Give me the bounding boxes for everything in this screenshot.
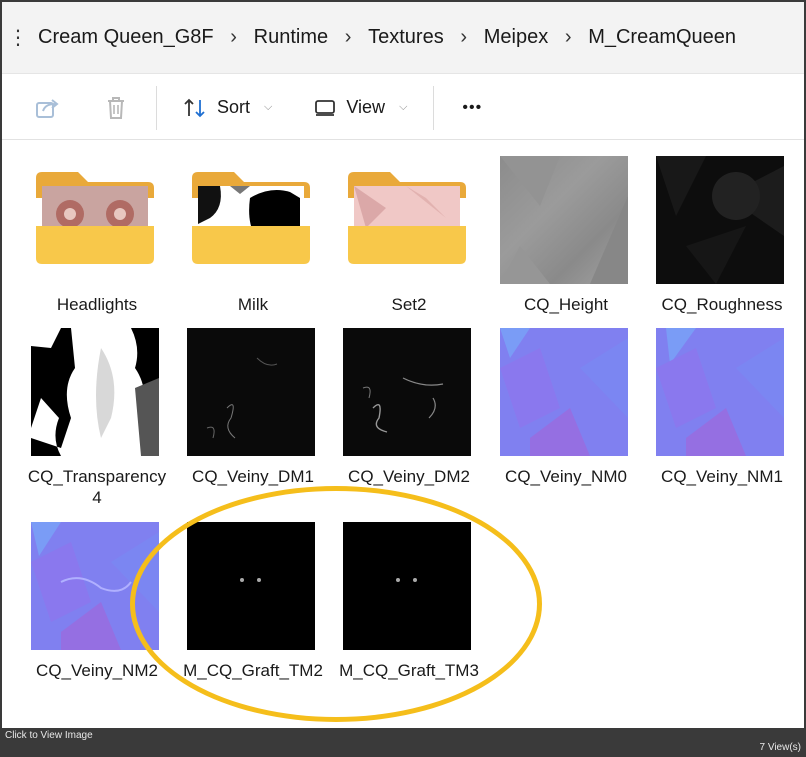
image-thumbnail: [187, 522, 315, 650]
breadcrumb-item-m-creamqueen[interactable]: M_CreamQueen: [588, 26, 736, 49]
file-name: CQ_Veiny_DM2: [348, 467, 470, 486]
folder-icon: [36, 172, 154, 264]
breadcrumb: ⋮ Cream Queen_G8F › Runtime › Textures ›…: [2, 2, 804, 74]
file-explorer-window: ⋮ Cream Queen_G8F › Runtime › Textures ›…: [2, 2, 804, 728]
more-icon: •••: [462, 98, 483, 116]
image-thumbnail: [500, 156, 628, 284]
file-item-cq-veiny-dm1[interactable]: CQ_Veiny_DM1: [176, 320, 330, 490]
file-item-m-cq-graft-tm2[interactable]: M_CQ_Graft_TM2: [176, 514, 330, 684]
file-name: Headlights: [56, 295, 138, 314]
chevron-down-icon: ⌵: [264, 101, 273, 113]
view-count: 7 View(s): [759, 742, 802, 753]
image-thumbnail: [343, 328, 471, 456]
sort-label: Sort: [217, 97, 251, 117]
chevron-right-icon[interactable]: ›: [548, 26, 588, 49]
share-icon: [36, 98, 59, 118]
file-item-cq-veiny-nm1[interactable]: CQ_Veiny_NM1: [645, 320, 799, 490]
image-thumbnail: [187, 328, 315, 456]
file-item-cq-roughness[interactable]: CQ_Roughness: [645, 148, 799, 318]
more-options-button[interactable]: •••: [448, 84, 496, 132]
file-item-cq-height[interactable]: CQ_Height: [489, 148, 643, 318]
file-name: CQ_Veiny_NM0: [505, 467, 627, 486]
breadcrumb-overflow-icon[interactable]: ⋮: [8, 25, 36, 50]
file-name: CQ_Veiny_NM1: [661, 467, 783, 486]
breadcrumb-item-textures[interactable]: Textures: [368, 26, 444, 49]
file-item-headlights[interactable]: Headlights: [20, 148, 174, 318]
image-thumbnail: [656, 328, 784, 456]
file-name: Set2: [391, 295, 427, 314]
chevron-down-icon: ⌵: [399, 101, 408, 113]
file-name: CQ_Height: [523, 295, 609, 314]
file-item-cq-veiny-dm2[interactable]: CQ_Veiny_DM2: [332, 320, 486, 490]
image-thumbnail: [31, 328, 159, 456]
breadcrumb-item-meipex[interactable]: Meipex: [484, 26, 548, 49]
image-thumbnail: [31, 522, 159, 650]
view-button[interactable]: View ⌵: [300, 84, 421, 132]
file-item-m-cq-graft-tm3[interactable]: M_CQ_Graft_TM3: [332, 514, 486, 684]
folder-icon: [192, 172, 310, 264]
share-button[interactable]: [14, 84, 82, 132]
chevron-right-icon[interactable]: ›: [328, 26, 368, 49]
breadcrumb-item-cream-queen[interactable]: Cream Queen_G8F: [38, 26, 214, 49]
toolbar-divider: [156, 85, 157, 130]
file-name-line2: 4: [92, 488, 102, 507]
file-name: CQ_Veiny_DM1: [192, 467, 314, 486]
file-name: CQ_Transparency 4: [20, 466, 174, 508]
file-name: M_CQ_Graft_TM2: [183, 661, 323, 680]
status-hint[interactable]: Click to View Image: [5, 730, 93, 741]
command-bar: Sort ⌵ View ⌵ •••: [2, 76, 804, 140]
chevron-right-icon[interactable]: ›: [214, 26, 254, 49]
trash-icon: [108, 96, 124, 119]
chevron-right-icon[interactable]: ›: [444, 26, 484, 49]
toolbar-divider: [433, 85, 435, 130]
file-item-cq-transparency4[interactable]: CQ_Transparency 4: [20, 320, 174, 507]
folder-icon: [348, 172, 466, 264]
image-thumbnail: [500, 328, 628, 456]
file-name: M_CQ_Graft_TM3: [339, 661, 479, 680]
status-bar: Click to View Image 7 View(s): [0, 728, 806, 757]
file-item-cq-veiny-nm2[interactable]: CQ_Veiny_NM2: [20, 514, 174, 684]
file-item-set2[interactable]: Set2: [332, 148, 486, 318]
file-name-line1: CQ_Transparency: [27, 467, 167, 486]
sort-button[interactable]: Sort ⌵: [169, 84, 286, 132]
file-name: CQ_Veiny_NM2: [36, 661, 158, 680]
breadcrumb-item-runtime[interactable]: Runtime: [254, 26, 328, 49]
view-label: View: [346, 97, 386, 117]
file-name: CQ_Roughness: [661, 295, 783, 314]
image-thumbnail: [343, 522, 471, 650]
sort-icon: [184, 98, 205, 117]
delete-button[interactable]: [82, 84, 150, 132]
file-name: Milk: [237, 295, 269, 314]
image-thumbnail: [656, 156, 784, 284]
file-item-cq-veiny-nm0[interactable]: CQ_Veiny_NM0: [489, 320, 643, 490]
file-item-milk[interactable]: Milk: [176, 148, 330, 318]
view-icon: [315, 99, 336, 116]
